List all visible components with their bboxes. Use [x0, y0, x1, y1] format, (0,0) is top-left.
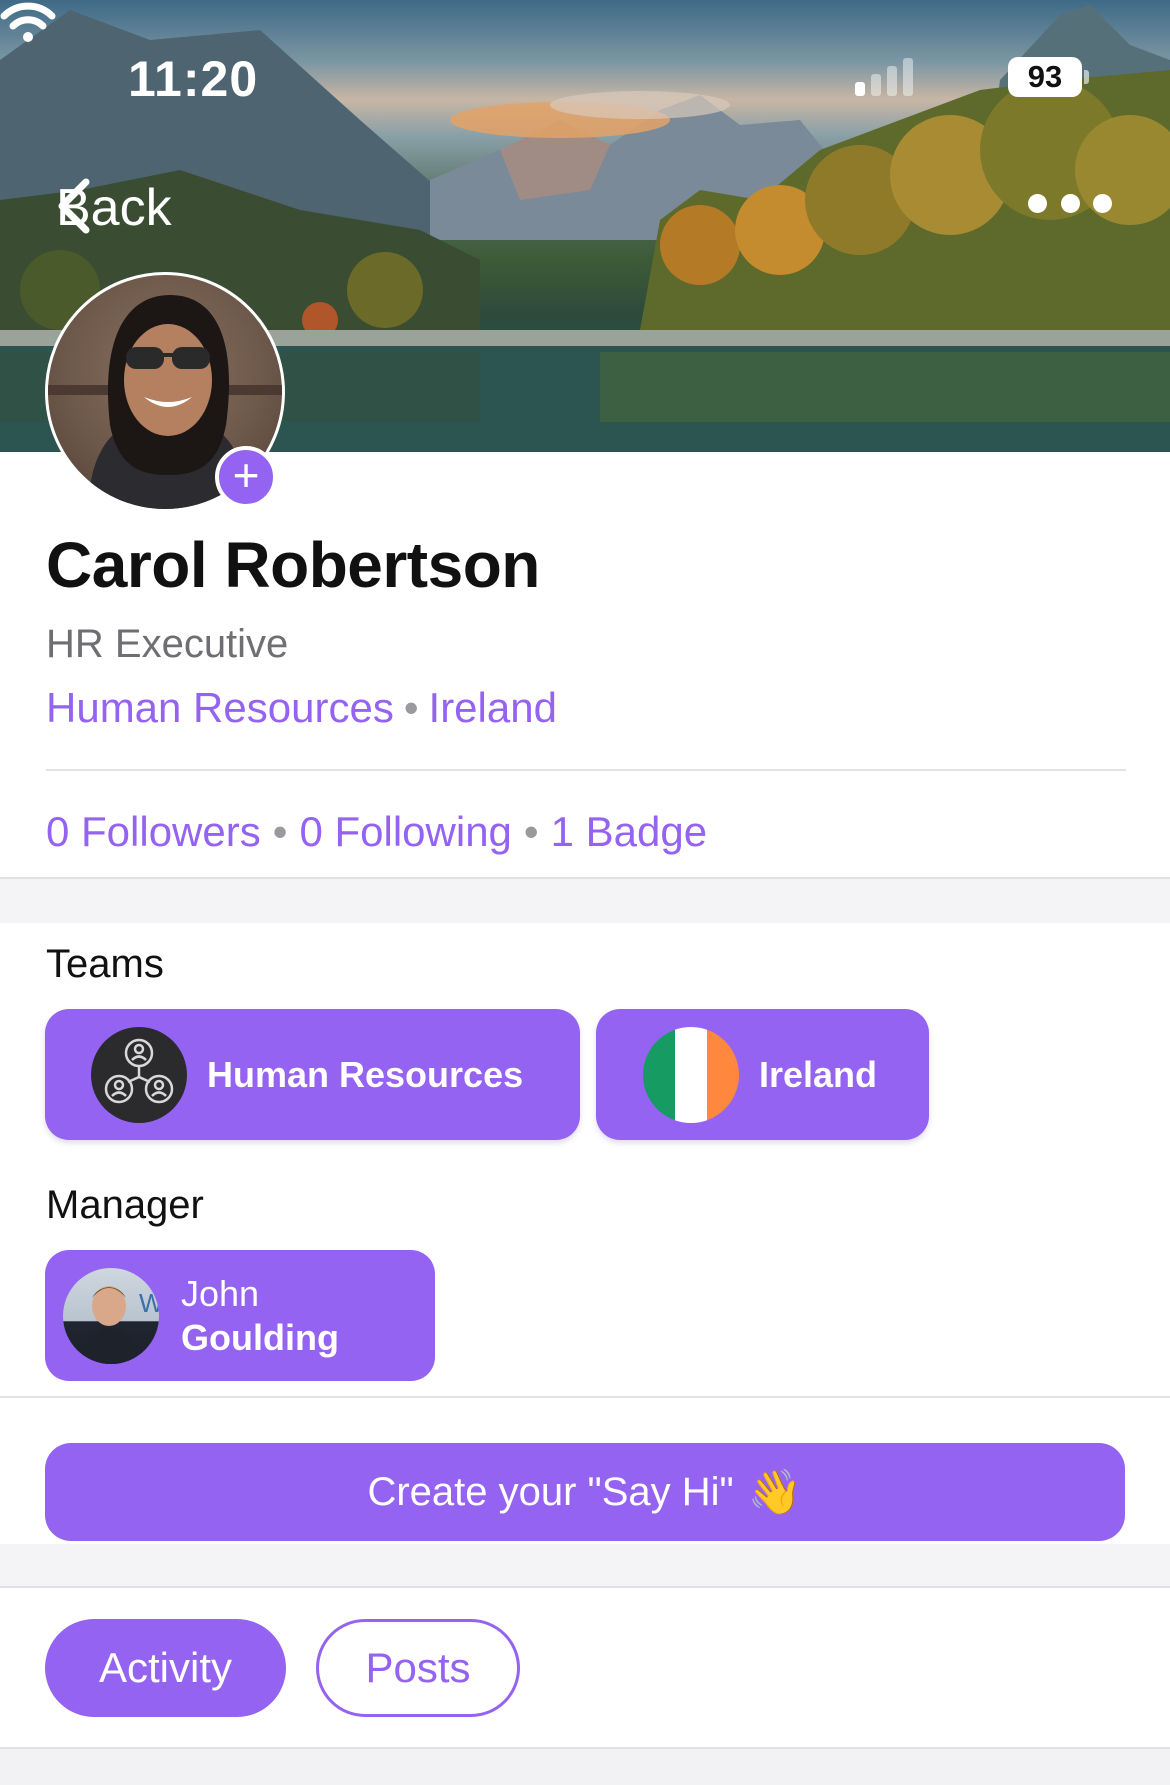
- following-link[interactable]: 0 Following: [299, 808, 511, 855]
- more-options-icon[interactable]: [1028, 194, 1112, 220]
- divider: [0, 1396, 1170, 1398]
- waving-hand-icon: 👋: [747, 1468, 803, 1517]
- battery-icon: 93: [1008, 57, 1082, 97]
- manager-first-name: John: [181, 1272, 260, 1314]
- content-area: [0, 1747, 1170, 1785]
- separator-dot: •: [403, 684, 419, 731]
- add-photo-button[interactable]: +: [215, 446, 277, 508]
- section-separator: [0, 877, 1170, 923]
- manager-chip[interactable]: W John Goulding: [45, 1250, 435, 1381]
- location-link[interactable]: Ireland: [429, 684, 557, 731]
- tab-activity[interactable]: Activity: [45, 1619, 286, 1717]
- manager-heading: Manager: [46, 1183, 204, 1227]
- cta-label: Create your "Say Hi": [367, 1469, 734, 1514]
- create-say-hi-button[interactable]: Create your "Say Hi" 👋: [45, 1443, 1125, 1541]
- back-button[interactable]: Back: [56, 178, 172, 238]
- chevron-left-icon: [58, 178, 90, 234]
- team-people-icon: [91, 1026, 187, 1123]
- followers-link[interactable]: 0 Followers: [46, 808, 261, 855]
- divider: [46, 769, 1126, 771]
- manager-avatar: W: [63, 1267, 159, 1364]
- team-label: Ireland: [759, 1053, 878, 1095]
- team-label: Human Resources: [207, 1053, 524, 1095]
- department-link[interactable]: Human Resources: [46, 684, 394, 731]
- profile-meta: Human Resources • Ireland: [46, 684, 557, 732]
- section-separator: [0, 1544, 1170, 1588]
- team-chip-human-resources[interactable]: Human Resources: [45, 1009, 580, 1140]
- profile-name: Carol Robertson: [46, 529, 540, 601]
- status-time: 11:20: [128, 51, 259, 107]
- badges-link[interactable]: 1 Badge: [551, 808, 707, 855]
- manager-last-name: Goulding: [181, 1316, 339, 1358]
- job-title: HR Executive: [46, 622, 289, 666]
- tab-posts[interactable]: Posts: [316, 1619, 520, 1717]
- profile-stats: 0 Followers • 0 Following • 1 Badge: [46, 808, 707, 856]
- signal-icon: [855, 58, 913, 96]
- ireland-flag-icon: [643, 1026, 739, 1123]
- team-chip-ireland[interactable]: Ireland: [596, 1009, 929, 1140]
- wifi-icon: [0, 2, 56, 42]
- battery-tip: [1084, 70, 1089, 84]
- separator-dot: •: [523, 808, 539, 855]
- svg-text:W: W: [139, 1288, 159, 1318]
- separator-dot: •: [272, 808, 288, 855]
- teams-heading: Teams: [46, 942, 164, 986]
